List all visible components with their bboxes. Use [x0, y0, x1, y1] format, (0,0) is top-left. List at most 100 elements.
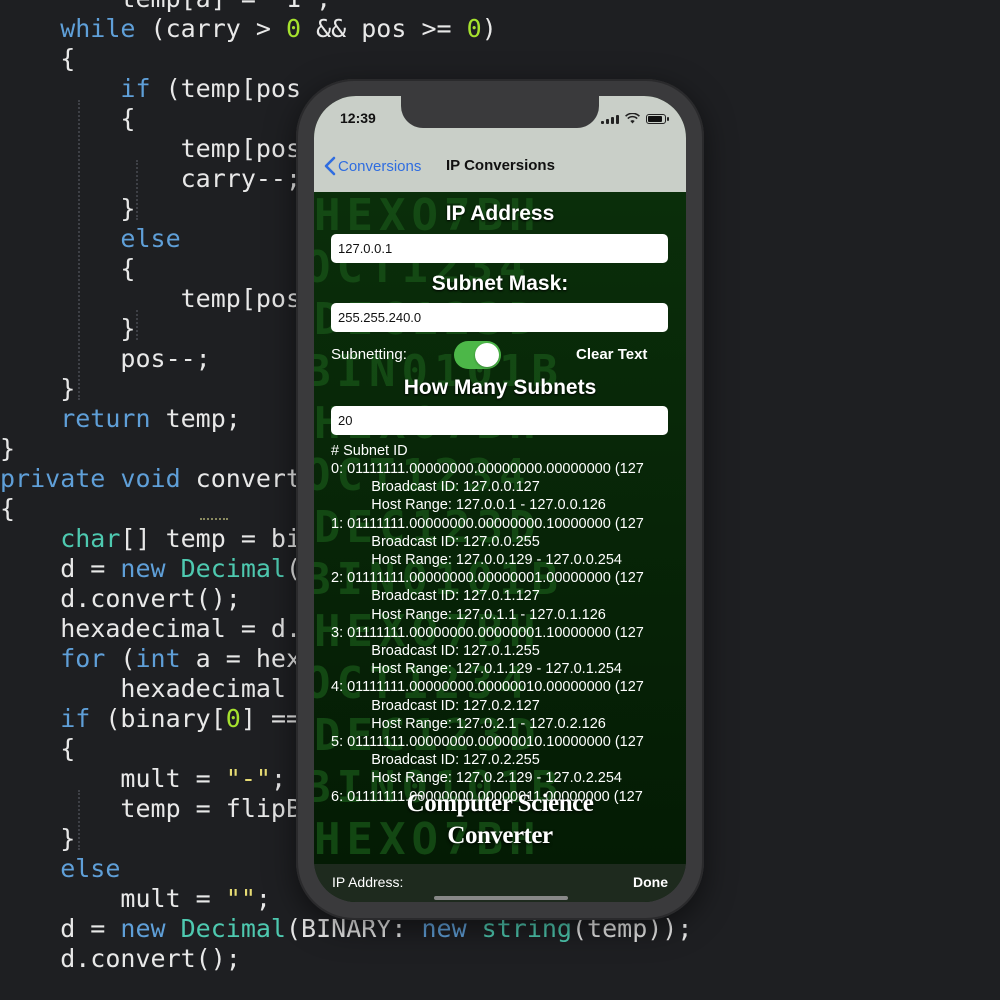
- subnet-mask-field[interactable]: 255.255.240.0: [331, 303, 668, 332]
- subnet-result-line: Broadcast ID: 127.0.0.255: [331, 533, 540, 550]
- code-line: char[] temp = bi: [0, 524, 301, 554]
- code-token: d =: [0, 914, 121, 943]
- code-token: 0: [466, 14, 482, 43]
- code-line: d.convert();: [0, 944, 241, 974]
- code-token: (binary[: [90, 704, 226, 733]
- code-token: ): [481, 14, 497, 43]
- chevron-left-icon: [324, 156, 336, 176]
- code-token: temp[pos: [0, 284, 302, 313]
- subnetting-toggle[interactable]: [454, 341, 501, 369]
- status-time: 12:39: [340, 110, 376, 126]
- results-header: # Subnet ID: [331, 443, 408, 459]
- home-indicator[interactable]: [434, 896, 568, 900]
- subnet-results-list[interactable]: 0: 01111111.00000000.00000000.00000000 (…: [331, 460, 668, 814]
- code-token: ;: [255, 884, 271, 913]
- subnet-result-line: 3: 01111111.00000000.00000001.10000000 (…: [331, 624, 644, 641]
- code-token: ] ==: [240, 704, 302, 733]
- code-token: carry--;: [0, 164, 302, 193]
- code-line: else: [0, 854, 120, 884]
- code-line: hexadecimal = d.: [0, 614, 301, 644]
- code-token: int: [135, 644, 181, 673]
- subnet-result-line: Host Range: 127.0.1.129 - 127.0.1.254: [331, 661, 622, 678]
- code-line: }: [0, 314, 135, 344]
- subnet-result-line: Broadcast ID: 127.0.2.127: [331, 697, 540, 714]
- brand-title-line1: Computer Science: [406, 790, 594, 817]
- code-token: {: [0, 44, 76, 73]
- code-token: }: [0, 374, 76, 403]
- code-token: temp;: [150, 404, 241, 433]
- code-token: d.convert();: [0, 584, 241, 613]
- navigation-bar: Conversions IP Conversions: [314, 142, 686, 192]
- code-line: mult = "";: [0, 884, 271, 914]
- wifi-icon: [625, 113, 640, 124]
- clear-text-button[interactable]: Clear Text: [576, 346, 647, 363]
- ip-address-field[interactable]: 127.0.0.1: [331, 234, 668, 263]
- code-line: carry--;: [0, 164, 301, 194]
- code-token: mult =: [0, 884, 226, 913]
- phone-screen: 12:39 Conversions IP Conversions HEXO7BH…: [314, 96, 686, 902]
- code-token: {: [0, 254, 136, 283]
- code-line: else: [0, 224, 181, 254]
- code-token: if: [0, 74, 151, 103]
- code-token: hexadecimal: [0, 674, 302, 703]
- code-token: new: [120, 914, 166, 943]
- subnet-result-line: Host Range: 127.0.2.129 - 127.0.2.254: [331, 770, 622, 787]
- subnet-result-line: Broadcast ID: 127.0.1.127: [331, 588, 540, 605]
- done-button[interactable]: Done: [633, 874, 668, 890]
- code-token: mult =: [0, 764, 226, 793]
- code-line: {: [0, 104, 135, 134]
- code-token: while: [0, 14, 136, 43]
- subnet-result-line: 4: 01111111.00000000.00000010.00000000 (…: [331, 679, 644, 696]
- code-token: else: [0, 854, 121, 883]
- page-title: IP Conversions: [446, 157, 555, 174]
- ip-address-heading: IP Address: [445, 202, 555, 225]
- content-area: HEXO7BHOCT1234DEC123DBIN0101BHEXO7BHOCT1…: [314, 192, 686, 864]
- code-token: else: [0, 224, 181, 253]
- code-token: d =: [0, 554, 121, 583]
- subnet-result-line: 5: 01111111.00000000.00000010.10000000 (…: [331, 734, 644, 750]
- code-token: temp = flipB: [0, 794, 302, 823]
- code-token: d.convert();: [0, 944, 241, 973]
- subnetting-label: Subnetting:: [331, 346, 407, 363]
- code-line: }: [0, 374, 75, 404]
- code-line: if (temp[pos: [0, 74, 301, 104]
- code-line: temp[pos: [0, 134, 301, 164]
- subnet-result-line: Host Range: 127.0.2.1 - 127.0.2.126: [331, 715, 606, 732]
- code-line: pos--;: [0, 344, 210, 374]
- code-line: mult = "-";: [0, 764, 286, 794]
- subnet-result-line: Host Range: 127.0.0.129 - 127.0.0.254: [331, 552, 622, 568]
- code-line: d = new Decimal(: [0, 554, 301, 584]
- code-token: }: [0, 194, 136, 223]
- code-token: for: [0, 644, 106, 673]
- code-token: char: [0, 524, 121, 553]
- subnet-mask-heading: Subnet Mask:: [431, 272, 569, 295]
- code-line: temp = flipB: [0, 794, 301, 824]
- code-token: temp[a] = '1';: [0, 0, 331, 13]
- code-token: (temp[pos: [150, 74, 302, 103]
- toggle-knob: [475, 343, 499, 367]
- code-token: return: [0, 404, 151, 433]
- code-line: d.convert();: [0, 584, 241, 614]
- subnet-result-line: 2: 01111111.00000000.00000001.00000000 (…: [331, 570, 644, 587]
- code-token: Decimal: [165, 554, 286, 583]
- code-token: }: [0, 824, 76, 853]
- cellular-signal-icon: [601, 114, 619, 124]
- warning-squiggle: [200, 514, 228, 520]
- code-token: "-": [225, 764, 271, 793]
- code-token: 0: [225, 704, 241, 733]
- subnet-count-field[interactable]: 20: [331, 406, 668, 435]
- code-token: if: [0, 704, 91, 733]
- code-token: }: [0, 434, 16, 463]
- code-line: {: [0, 494, 15, 524]
- code-token: {: [0, 734, 76, 763]
- code-token: private void: [0, 464, 181, 493]
- subnets-heading: How Many Subnets: [403, 376, 597, 399]
- code-line: }: [0, 194, 135, 224]
- subnet-result-line: Host Range: 127.0.0.1 - 127.0.0.126: [331, 497, 606, 514]
- code-line: {: [0, 254, 135, 284]
- code-line: }: [0, 434, 15, 464]
- brand-title-line2: Converter: [447, 822, 553, 849]
- back-button-label: Conversions: [338, 157, 422, 175]
- back-button[interactable]: Conversions: [324, 156, 421, 176]
- code-line: while (carry > 0 && pos >= 0): [0, 14, 497, 44]
